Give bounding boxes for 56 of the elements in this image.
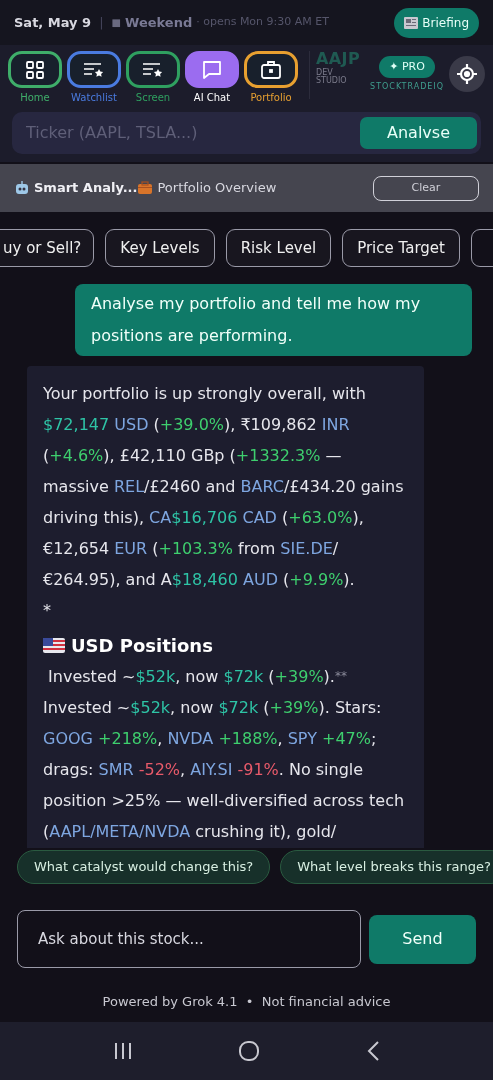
logo-subtitle: DEV — [316, 69, 333, 77]
send-button[interactable]: Send — [369, 914, 476, 964]
logo-title: AAJP — [316, 51, 361, 67]
nav-tab-label[interactable]: Home — [20, 91, 50, 104]
message-paragraph: Invested ~$52k, now $72k (+39%).** — [47, 666, 348, 688]
context-title: Smart Analy... — [34, 179, 138, 198]
grid-icon — [25, 59, 45, 80]
quick-prompt-chip[interactable]: Risk Level — [225, 229, 332, 267]
analyse-button[interactable]: Analvse — [360, 117, 477, 149]
section-heading: USD Positions — [71, 634, 213, 658]
recent-apps-icon — [112, 1041, 133, 1061]
flag-icon — [43, 638, 65, 653]
nav-tab[interactable] — [126, 51, 180, 88]
chat-input-field[interactable]: Ask about this stock... — [17, 910, 361, 968]
nav-tab-label[interactable]: Portfolio — [250, 91, 292, 104]
ticker-field[interactable]: Ticker (AAPL, TSLA...) Analvse — [12, 112, 481, 154]
briefcase-icon — [260, 59, 282, 80]
nav-tab-label[interactable]: AI Chat — [193, 91, 231, 104]
market-state: Weekend — [125, 13, 193, 32]
chat-bubble-icon — [201, 58, 223, 81]
list-star-icon — [142, 60, 164, 79]
nav-tab[interactable] — [185, 51, 239, 88]
list-star-icon — [83, 60, 105, 79]
quick-prompt-chip[interactable]: Price Target — [342, 229, 460, 267]
market-note: · opens Mon 9:30 AM ET — [196, 14, 329, 31]
follow-up-chip[interactable]: What level breaks this range? — [280, 850, 493, 884]
nav-tab[interactable] — [8, 51, 62, 88]
message-paragraph: Your portfolio is up strongly overall, with $72,147 USD (+39.0%), ₹109,862 INR (+4.6%), £42,110 GBp (+1332.3% — massive REL/£2460 and BARC/£434.20 gains driving this), CA$16,706 CAD (+63.0%), €12,654 EUR (+103.3% from SIE.DE/€264.95), and A$18,460 AUD (+9.9%). — [43, 383, 405, 591]
logo-subtitle: STUDIO — [316, 77, 348, 85]
date-label: Sat, May 9 — [14, 13, 92, 32]
nav-tab-label[interactable]: Screen — [135, 91, 171, 104]
quick-prompt-chip[interactable]: uy or Sell? — [0, 229, 95, 267]
quick-prompt-chip[interactable]: Key Levels — [105, 229, 215, 267]
home-icon — [238, 1040, 261, 1062]
nav-tab-label[interactable]: Watchlist — [71, 91, 117, 104]
clear-button[interactable]: Clear — [373, 175, 479, 201]
footer-note: Powered by Grok 4.1 • Not financial advice — [101, 993, 392, 1011]
settings-button[interactable] — [449, 56, 485, 92]
user-message: Analyse my portfolio and tell me how my positions are performing. — [75, 284, 472, 356]
briefcase-icon — [137, 181, 154, 195]
brand-label: STOCKTRADEIQ — [370, 81, 444, 93]
separator: | — [99, 13, 104, 32]
pro-badge[interactable]: ✦ PRO — [379, 56, 435, 78]
context-subtitle: Portfolio Overview — [157, 179, 277, 198]
newspaper-icon — [404, 16, 419, 29]
briefing-button[interactable]: Briefing — [394, 7, 479, 38]
nav-tab[interactable] — [67, 51, 121, 88]
message-paragraph: Invested ~$52k, now $72k (+39%). Stars: GOOG +218%, NVDA +188%, SPY +47%; drags: SMR -52%, AIY.SI -91%. No single position >25% — well-diversified across tech (AAPL/META/NVDA crushing it), gold/ — [43, 697, 406, 843]
robot-icon — [14, 180, 30, 196]
market-status-icon: ■ — [111, 15, 121, 30]
message-paragraph: * — [43, 600, 52, 622]
back-icon — [366, 1040, 381, 1062]
nav-tab[interactable] — [244, 51, 298, 88]
follow-up-chip[interactable]: What catalyst would change this? — [17, 850, 271, 884]
ticker-input[interactable]: Ticker (AAPL, TSLA...) — [26, 121, 360, 145]
settings-icon — [456, 63, 478, 85]
